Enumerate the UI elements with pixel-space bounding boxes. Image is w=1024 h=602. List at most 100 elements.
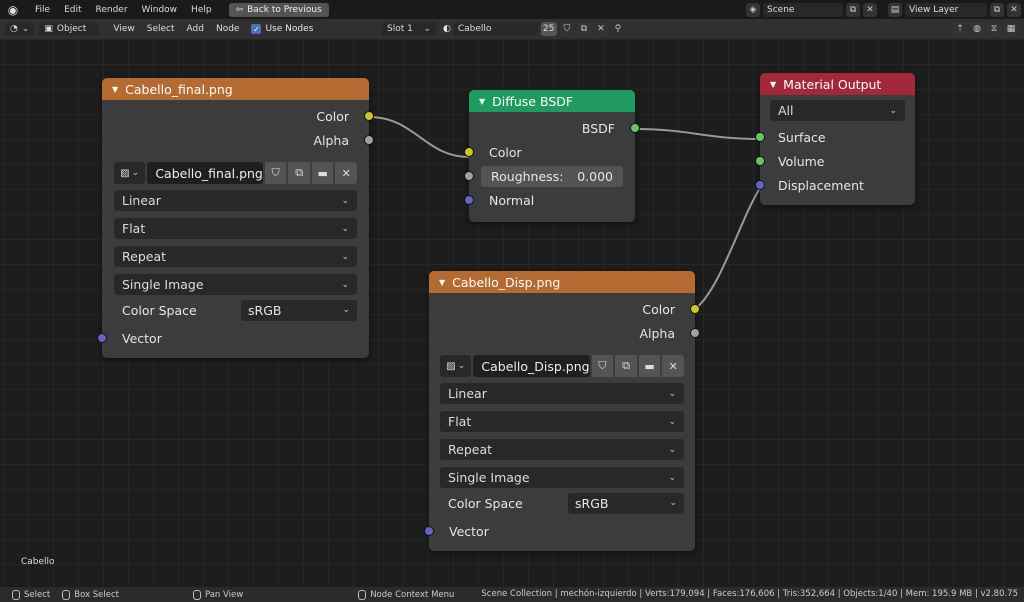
chevron-down-icon: ⌄ [423, 24, 431, 34]
unlink-image-icon[interactable]: ✕ [662, 355, 685, 377]
output-color-socket[interactable] [364, 111, 374, 121]
fake-user-shield-icon[interactable]: ⛉ [559, 22, 574, 36]
chevron-down-icon: ⌄ [668, 388, 676, 399]
scene-browse-icon[interactable]: ◈ [746, 2, 760, 17]
input-vector-row: Vector [97, 326, 369, 350]
back-to-previous-button[interactable]: ⇦ Back to Previous [228, 2, 329, 17]
output-alpha-socket[interactable] [364, 135, 374, 145]
unlink-image-icon[interactable]: ✕ [335, 162, 357, 184]
view-layer-delete-icon[interactable]: ✕ [1007, 2, 1021, 17]
input-normal-label: Normal [489, 192, 535, 208]
collapse-triangle-icon[interactable]: ▼ [770, 80, 776, 89]
color-space-value: sRGB [575, 495, 609, 511]
snap-icon[interactable]: ◍ [970, 22, 984, 36]
slot-dropdown[interactable]: Slot 1 ⌄ [382, 22, 436, 36]
menu-select[interactable]: Select [141, 24, 181, 34]
collapse-triangle-icon[interactable]: ▼ [479, 97, 485, 106]
scene-new-icon[interactable]: ⧉ [846, 2, 860, 17]
output-color-socket[interactable] [690, 304, 700, 314]
fake-user-shield-icon[interactable]: ⛉ [264, 162, 287, 184]
chevron-down-icon: ⌄ [889, 105, 897, 116]
output-bsdf-socket[interactable] [630, 123, 640, 133]
image-texture-node-final[interactable]: ▼ Cabello_final.png Color Alpha ▨ ⌄ Cabel… [97, 78, 374, 358]
material-sphere-icon[interactable]: ◐ [443, 24, 451, 34]
diffuse-bsdf-node[interactable]: ▼ Diffuse BSDF BSDF Color Roughness: 0.0… [464, 90, 640, 222]
projection-value: Flat [448, 414, 472, 429]
output-target-dropdown[interactable]: All ⌄ [770, 100, 905, 121]
input-displacement-socket[interactable] [755, 180, 765, 190]
roughness-slider[interactable]: Roughness: 0.000 [481, 165, 623, 187]
input-roughness-socket[interactable] [464, 171, 474, 181]
menu-window[interactable]: Window [135, 5, 185, 15]
duplicate-image-icon[interactable]: ⧉ [615, 355, 637, 377]
image-browse-button[interactable]: ▨ ⌄ [440, 355, 472, 377]
view-layer-new-icon[interactable]: ⧉ [990, 2, 1004, 17]
parent-node-tree-icon[interactable]: ⇡ [953, 22, 967, 36]
checkbox-checked-icon: ✓ [251, 24, 262, 34]
open-folder-icon[interactable]: ▬ [638, 355, 661, 377]
blender-logo-icon[interactable]: ◉ [6, 3, 20, 17]
fake-user-shield-icon[interactable]: ⛉ [591, 355, 614, 377]
collapse-triangle-icon[interactable]: ▼ [112, 85, 118, 94]
object-mode-dropdown[interactable]: ▣ Object [39, 22, 100, 36]
menu-edit[interactable]: Edit [57, 5, 88, 15]
projection-dropdown[interactable]: Flat ⌄ [114, 218, 357, 239]
duplicate-material-icon[interactable]: ⧉ [576, 22, 591, 36]
projection-dropdown[interactable]: Flat ⌄ [440, 411, 684, 432]
input-vector-label: Vector [449, 523, 489, 539]
menu-view[interactable]: View [107, 24, 140, 34]
image-texture-node-disp[interactable]: ▼ Cabello_Disp.png Color Alpha ▨ ⌄ Cabell… [424, 271, 700, 551]
input-vector-socket[interactable] [97, 333, 107, 343]
input-surface-socket[interactable] [755, 132, 765, 142]
extension-dropdown[interactable]: Repeat ⌄ [440, 439, 684, 460]
node-header[interactable]: ▼ Diffuse BSDF [469, 90, 635, 112]
menu-render[interactable]: Render [89, 5, 135, 15]
node-header[interactable]: ▼ Material Output [760, 73, 915, 95]
pin-icon[interactable]: ⚲ [611, 22, 625, 36]
interpolation-dropdown[interactable]: Linear ⌄ [440, 383, 684, 404]
input-normal-row: Normal [464, 188, 635, 212]
chevron-down-icon: ⌄ [668, 444, 676, 455]
menu-add[interactable]: Add [181, 24, 210, 34]
editor-type-dropdown[interactable]: ◔ ⌄ [5, 22, 35, 36]
input-color-socket[interactable] [464, 147, 474, 157]
material-user-count[interactable]: 25 [540, 22, 557, 36]
open-folder-icon[interactable]: ▬ [311, 162, 334, 184]
menu-file[interactable]: File [28, 5, 57, 15]
color-space-row: Color Space sRGB ⌄ [440, 491, 684, 515]
chevron-down-icon: ⌄ [341, 279, 349, 290]
view-layer-field[interactable]: View Layer [905, 2, 987, 17]
source-dropdown[interactable]: Single Image ⌄ [440, 467, 684, 488]
node-header[interactable]: ▼ Cabello_final.png [102, 78, 369, 100]
duplicate-image-icon[interactable]: ⧉ [288, 162, 310, 184]
image-name-field[interactable]: Cabello_Disp.png [473, 355, 590, 377]
node-title: Cabello_final.png [125, 81, 233, 97]
scene-delete-icon[interactable]: ✕ [863, 2, 877, 17]
interpolation-dropdown[interactable]: Linear ⌄ [114, 190, 357, 211]
extension-dropdown[interactable]: Repeat ⌄ [114, 246, 357, 267]
node-header[interactable]: ▼ Cabello_Disp.png [429, 271, 695, 293]
output-alpha-socket[interactable] [690, 328, 700, 338]
color-space-dropdown[interactable]: sRGB ⌄ [241, 299, 357, 321]
input-vector-socket[interactable] [424, 526, 434, 536]
collapse-triangle-icon[interactable]: ▼ [439, 278, 445, 287]
sidebar-toggle-icon[interactable]: ▦ [1004, 22, 1018, 36]
menu-node[interactable]: Node [210, 24, 246, 34]
image-name-field[interactable]: Cabello_final.png [147, 162, 263, 184]
source-dropdown[interactable]: Single Image ⌄ [114, 274, 357, 295]
input-normal-socket[interactable] [464, 195, 474, 205]
scene-name-field[interactable]: Scene [763, 2, 843, 17]
menu-help[interactable]: Help [184, 5, 219, 15]
input-volume-socket[interactable] [755, 156, 765, 166]
view-layer-browse-icon[interactable]: ▤ [888, 2, 902, 17]
material-name-field[interactable]: Cabello [453, 22, 538, 36]
use-nodes-toggle[interactable]: ✓ Use Nodes [251, 24, 313, 34]
extension-value: Repeat [122, 249, 167, 264]
node-title: Material Output [783, 76, 882, 92]
snap-target-icon[interactable]: ⧖ [987, 22, 1001, 36]
color-space-dropdown[interactable]: sRGB ⌄ [568, 492, 684, 514]
material-output-node[interactable]: ▼ Material Output All ⌄ Surface Volume Di… [755, 73, 915, 205]
color-space-label: Color Space [448, 495, 523, 511]
unlink-material-icon[interactable]: ✕ [593, 22, 608, 36]
image-browse-button[interactable]: ▨ ⌄ [114, 162, 146, 184]
